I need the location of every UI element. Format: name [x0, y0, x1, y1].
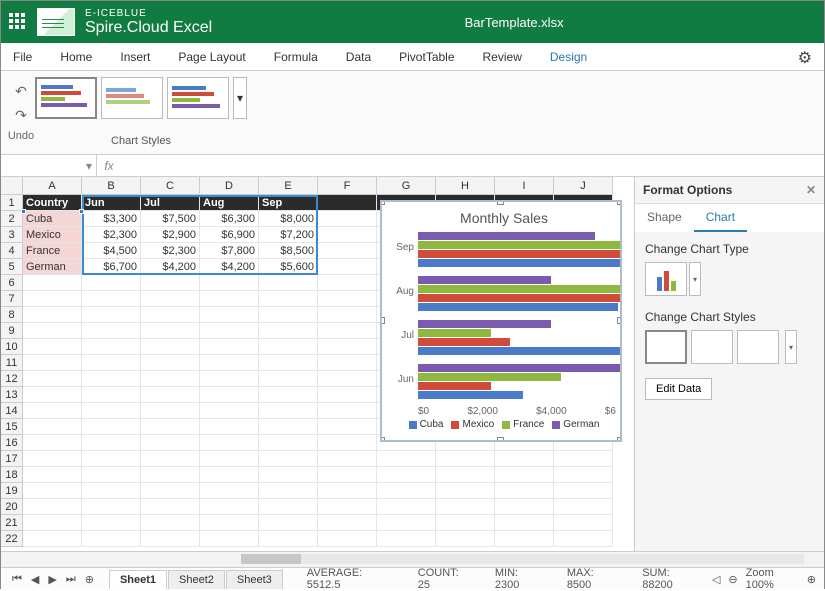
column-headers[interactable]: ABCDEFGHIJ: [23, 177, 613, 195]
zoom-out-icon[interactable]: ⊖: [728, 573, 737, 586]
menu-bar: File Home Insert Page Layout Formula Dat…: [1, 43, 824, 71]
chart-style-thumb-3[interactable]: [167, 77, 229, 119]
brand: E-ICEBLUE Spire.Cloud Excel: [85, 8, 212, 37]
change-chart-styles-label: Change Chart Styles: [645, 310, 814, 324]
sheet-tabs: Sheet1 Sheet2 Sheet3: [109, 570, 283, 589]
sheet-nav-prev-icon[interactable]: ◀: [28, 573, 42, 586]
menu-pivottable[interactable]: PivotTable: [399, 50, 454, 64]
ribbon-group-label: Chart Styles: [111, 135, 171, 147]
sheet-tab-1[interactable]: Sheet1: [109, 570, 167, 589]
horizontal-scrollbar[interactable]: [1, 551, 824, 567]
status-average: AVERAGE: 5512.5: [307, 567, 394, 591]
chart-style-thumb-1[interactable]: [35, 77, 97, 119]
add-sheet-icon[interactable]: ⊕: [82, 573, 97, 586]
sheet-nav: ⏮ ◀ ▶ ⏭ ⊕: [9, 573, 97, 586]
status-min: MIN: 2300: [495, 567, 543, 591]
redo-icon[interactable]: ↷: [15, 107, 27, 124]
formula-input[interactable]: [121, 156, 824, 176]
change-chart-type-label: Change Chart Type: [645, 242, 814, 256]
embedded-chart[interactable]: Monthly Sales SepAugJulJun $0$2,000$4,00…: [381, 201, 621, 441]
brand-name: Spire.Cloud Excel: [85, 19, 212, 37]
ribbon: ↶ ↷ Undo ▾ Chart Styles: [1, 71, 824, 155]
panel-style-more-icon[interactable]: ▾: [785, 330, 797, 364]
chart-type-button[interactable]: [645, 262, 687, 296]
status-bar: ⏮ ◀ ▶ ⏭ ⊕ Sheet1 Sheet2 Sheet3 AVERAGE: …: [1, 567, 824, 590]
sheet-tab-3[interactable]: Sheet3: [226, 570, 283, 589]
menu-data[interactable]: Data: [346, 50, 371, 64]
panel-tab-shape[interactable]: Shape: [635, 204, 694, 232]
menu-page-layout[interactable]: Page Layout: [178, 50, 245, 64]
brand-small: E-ICEBLUE: [85, 8, 212, 19]
sheet-nav-first-icon[interactable]: ⏮: [9, 573, 25, 586]
chart-plot-area: SepAugJulJun: [418, 232, 616, 402]
sheet-nav-last-icon[interactable]: ⏭: [63, 573, 79, 586]
panel-style-thumb-3[interactable]: [737, 330, 779, 364]
chart-x-axis: $0$2,000$4,000$6: [418, 406, 616, 417]
menu-home[interactable]: Home: [60, 50, 92, 64]
zoom-label: Zoom 100%: [746, 567, 799, 591]
chart-type-dropdown-icon[interactable]: ▾: [689, 262, 701, 296]
undo-icon[interactable]: ↶: [15, 83, 27, 100]
chart-styles-gallery: ▾: [35, 77, 247, 119]
send-icon[interactable]: ◁: [712, 573, 720, 586]
fx-icon[interactable]: fx: [97, 159, 121, 173]
menu-review[interactable]: Review: [483, 50, 522, 64]
panel-close-icon[interactable]: ✕: [806, 183, 816, 197]
panel-title: Format Options: [643, 183, 732, 197]
edit-data-button[interactable]: Edit Data: [645, 378, 712, 400]
undo-label: Undo: [8, 130, 34, 142]
chart-title: Monthly Sales: [392, 210, 616, 226]
status-max: MAX: 8500: [567, 567, 618, 591]
formula-bar: ▾ fx: [1, 155, 824, 177]
settings-gear-icon[interactable]: ⚙: [798, 48, 812, 68]
panel-tab-chart[interactable]: Chart: [694, 204, 747, 232]
chart-legend: CubaMexicoFranceGerman: [392, 419, 616, 430]
select-all-corner[interactable]: [1, 177, 23, 195]
sheet-nav-next-icon[interactable]: ▶: [45, 573, 59, 586]
panel-style-thumb-2[interactable]: [691, 330, 733, 364]
name-box[interactable]: ▾: [1, 155, 97, 177]
spreadsheet-grid[interactable]: ABCDEFGHIJ 12345678910111213141516171819…: [1, 177, 634, 551]
title-bar: E-ICEBLUE Spire.Cloud Excel BarTemplate.…: [1, 1, 824, 43]
row-headers[interactable]: 12345678910111213141516171819202122: [1, 195, 23, 547]
document-title: BarTemplate.xlsx: [212, 15, 816, 30]
panel-style-thumb-1[interactable]: [645, 330, 687, 364]
status-count: COUNT: 25: [418, 567, 471, 591]
status-sum: SUM: 88200: [642, 567, 700, 591]
menu-formula[interactable]: Formula: [274, 50, 318, 64]
workarea: ABCDEFGHIJ 12345678910111213141516171819…: [1, 177, 824, 551]
sheet-tab-2[interactable]: Sheet2: [168, 570, 225, 589]
format-options-panel: Format Options ✕ Shape Chart Change Char…: [634, 177, 824, 551]
zoom-in-icon[interactable]: ⊕: [807, 573, 816, 586]
app-launcher-icon[interactable]: [9, 13, 27, 31]
menu-file[interactable]: File: [13, 50, 32, 64]
chart-style-thumb-2[interactable]: [101, 77, 163, 119]
menu-insert[interactable]: Insert: [120, 50, 150, 64]
chart-style-more-icon[interactable]: ▾: [233, 77, 247, 119]
menu-design[interactable]: Design: [550, 50, 587, 64]
app-logo-icon: [37, 8, 75, 36]
